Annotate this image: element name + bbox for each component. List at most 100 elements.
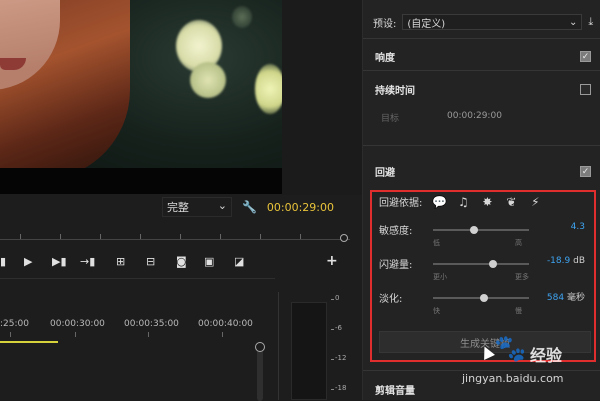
playback-resolution-select[interactable]: 完整 ⌄ <box>161 197 232 217</box>
duck-basis-label: 回避依据: <box>379 198 423 209</box>
fades-slider-thumb[interactable] <box>479 294 488 302</box>
fades-value-wrap[interactable]: 584 毫秒 <box>547 290 585 303</box>
meter-scale-label: -18 <box>330 384 347 392</box>
zoom-scroll-handle[interactable] <box>340 234 348 242</box>
other-icon[interactable]: ⚡ <box>528 195 542 209</box>
timeline-ruler-label: :25:00 <box>0 319 29 329</box>
paw-logo-icon: 🐾 <box>494 334 527 364</box>
sensitivity-high-label: 高 <box>515 239 522 247</box>
chevron-down-icon: ⌄ <box>217 199 227 212</box>
transport-controls: ▮ ▶ ▶▮ →▮ ⊞ ⊟ ◙ ▣ ◪ + <box>0 250 362 272</box>
work-area-bar[interactable] <box>0 341 58 343</box>
duration-row: 持续时间 <box>375 82 591 97</box>
ruler-tick <box>220 234 221 239</box>
ducking-checkbox[interactable]: ✓ <box>580 166 591 177</box>
fades-high-label: 慢 <box>515 307 522 315</box>
overlay-icon[interactable]: ◪ <box>234 255 244 268</box>
timeline-tick <box>10 332 11 337</box>
letterbox-bar <box>0 168 282 194</box>
sensitivity-value[interactable]: 4.3 <box>571 222 585 232</box>
program-timecode[interactable]: 00:00:29:00 <box>267 201 334 214</box>
section-divider <box>363 38 600 39</box>
bokeh-light <box>255 64 282 114</box>
meter-scale-label: -6 <box>331 324 342 332</box>
preset-select[interactable]: (自定义) ⌄ <box>402 14 583 30</box>
audio-meter-bar <box>291 302 327 400</box>
fades-slider[interactable] <box>433 294 529 302</box>
meter-scale-label: 0 <box>330 294 340 302</box>
timeline-ruler-label: 00:00:35:00 <box>124 319 179 329</box>
save-preset-icon[interactable]: ⤓ <box>588 15 593 29</box>
audio-meter: 0 -6 -12 -18 <box>278 292 348 400</box>
camera-icon[interactable]: ◙ <box>176 255 187 268</box>
duck-amount-slider-thumb[interactable] <box>489 260 498 268</box>
add-icon[interactable]: + <box>326 253 338 269</box>
sensitivity-slider-thumb[interactable] <box>470 226 479 234</box>
timeline-tick <box>148 332 149 337</box>
monitor-controls-bar: 完整 ⌄ 🔧 00:00:29:00 <box>0 195 362 219</box>
duck-amount-unit: dB <box>573 256 585 266</box>
timeline-ruler[interactable]: :25:00 00:00:30:00 00:00:35:00 00:00:40:… <box>0 319 270 339</box>
preset-value: (自定义) <box>407 18 446 30</box>
monitor-time-ruler[interactable] <box>0 222 350 242</box>
sensitivity-slider-row: 敏感度: 低 高 4.3 <box>379 222 593 256</box>
loudness-row: 响度 ✓ <box>375 49 591 64</box>
check-icon: ✓ <box>581 51 590 62</box>
duck-amount-value: -18.9 <box>546 256 571 266</box>
duck-amount-value-wrap[interactable]: -18.9 dB <box>547 256 585 266</box>
fades-unit: 毫秒 <box>566 293 585 303</box>
ruler-tick <box>20 234 21 239</box>
duration-checkbox[interactable] <box>580 84 591 95</box>
ruler-tick <box>100 234 101 239</box>
sensitivity-low-label: 低 <box>433 239 440 247</box>
ruler-tick <box>60 234 61 239</box>
music-icon[interactable]: ♫ <box>456 195 470 209</box>
extract-icon[interactable]: ⊟ <box>146 255 155 268</box>
timeline-scrollbar[interactable] <box>255 342 265 401</box>
ruler-tick <box>260 234 261 239</box>
loudness-checkbox[interactable]: ✓ <box>580 51 591 62</box>
monitor-side-area <box>282 0 362 195</box>
ruler-tick <box>300 234 301 239</box>
step-forward-icon[interactable]: ▶▮ <box>52 255 67 268</box>
ambience-icon[interactable]: ❦ <box>504 195 518 209</box>
duration-label: 持续时间 <box>375 86 415 97</box>
duck-basis-row: 回避依据: 💬 ♫ ✸ ❦ ⚡ <box>379 194 542 210</box>
lift-icon[interactable]: ⊞ <box>116 255 125 268</box>
step-back-icon[interactable]: ▮ <box>0 255 6 268</box>
ducking-label: 回避 <box>375 168 395 179</box>
timeline-ruler-label: 00:00:30:00 <box>50 319 105 329</box>
dialogue-icon[interactable]: 💬 <box>432 195 447 209</box>
duck-amount-low-label: 更小 <box>433 273 447 281</box>
scrollbar-handle[interactable] <box>255 342 265 352</box>
watermark-url: jingyan.baidu.com <box>462 372 564 385</box>
meter-scale-label: -12 <box>330 354 347 362</box>
duck-amount-slider-row: 闪避量: 更小 更多 -18.9 dB <box>379 256 593 290</box>
sfx-icon[interactable]: ✸ <box>480 195 494 209</box>
go-to-out-icon[interactable]: →▮ <box>80 255 95 268</box>
audio-meter-scale: 0 -6 -12 -18 <box>330 292 355 400</box>
play-icon[interactable]: ▶ <box>24 255 32 268</box>
ruler-tick <box>180 234 181 239</box>
playback-resolution-value: 完整 <box>166 201 189 214</box>
clip-volume-label[interactable]: 剪辑音量 <box>375 382 415 397</box>
fades-low-label: 快 <box>433 307 440 315</box>
fades-label: 淡化: <box>379 294 403 305</box>
compare-icon[interactable]: ▣ <box>204 255 214 268</box>
sensitivity-slider[interactable] <box>433 226 529 234</box>
preset-label: 预设: <box>373 18 397 30</box>
ducking-row: 回避 ✓ <box>375 164 591 179</box>
ruler-tick <box>140 234 141 239</box>
timeline-tick <box>75 332 76 337</box>
sensitivity-label: 敏感度: <box>379 226 413 237</box>
section-divider <box>363 145 600 146</box>
baidu-watermark: 🐾 经验 jingyan.baidu.com <box>462 332 598 392</box>
duck-amount-slider[interactable] <box>433 260 529 268</box>
timeline-tick <box>222 332 223 337</box>
target-duration-row: 目标 00:00:29:00 <box>381 111 502 124</box>
target-timecode[interactable]: 00:00:29:00 <box>447 111 502 124</box>
watermark-brand: 经验 <box>530 346 563 365</box>
timeline-ruler-label: 00:00:40:00 <box>198 319 253 329</box>
timeline-panel: :25:00 00:00:30:00 00:00:35:00 00:00:40:… <box>0 278 275 401</box>
wrench-icon[interactable]: 🔧 <box>242 200 257 214</box>
